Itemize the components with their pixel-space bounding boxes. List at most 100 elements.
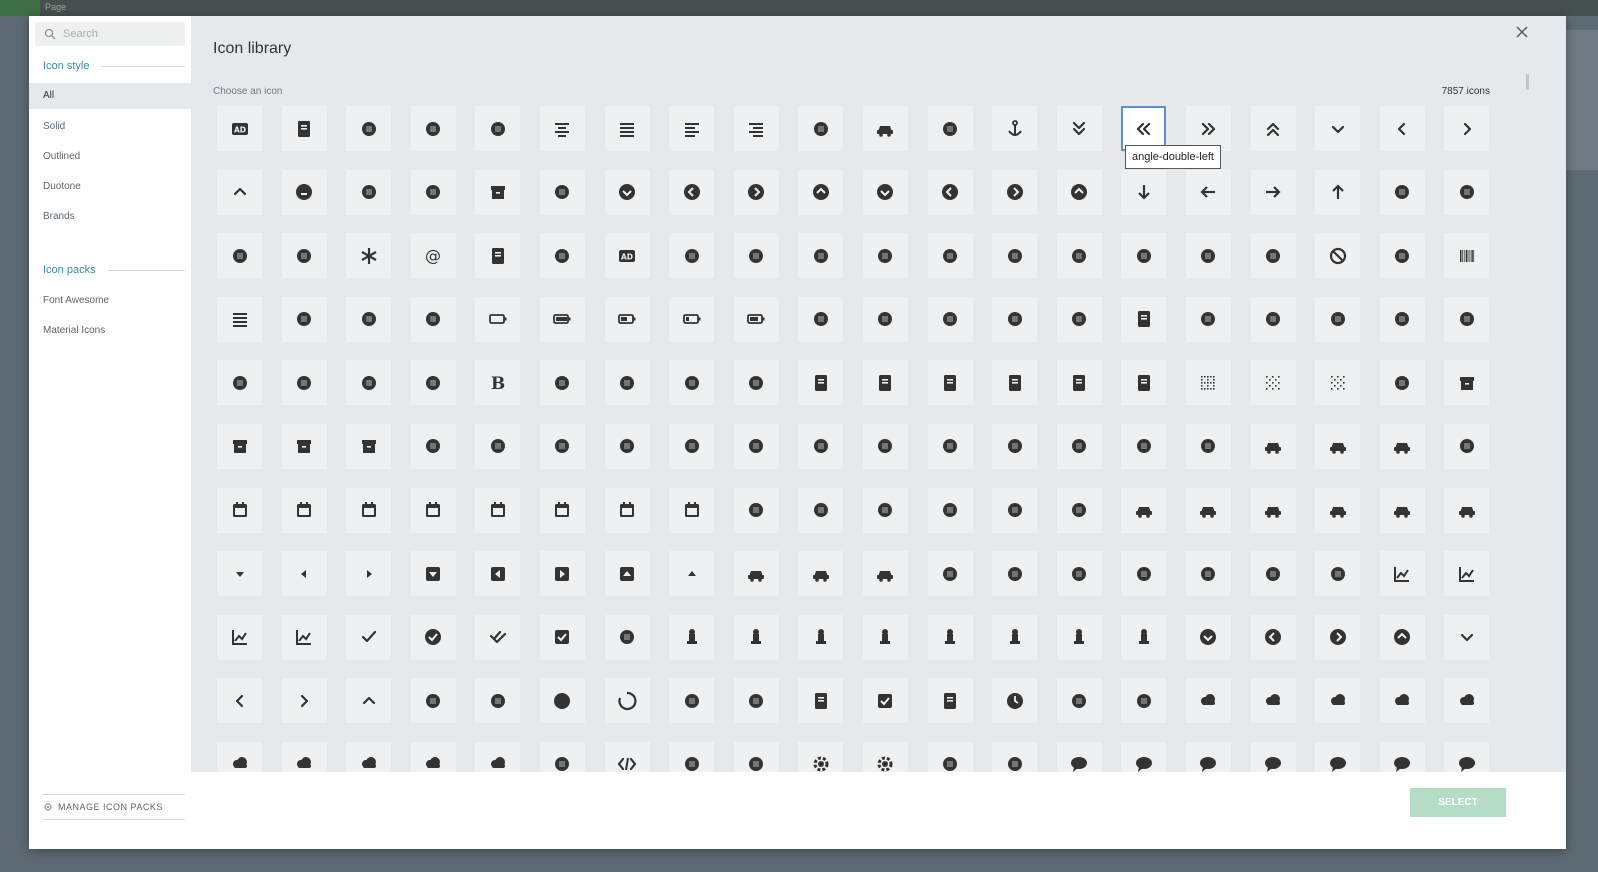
- icon-cell-battery-half[interactable]: [604, 296, 650, 342]
- icon-cell-arrow-left[interactable]: [1185, 169, 1231, 215]
- icon-cell-cloud-meatball[interactable]: [1315, 678, 1361, 724]
- icon-cell-blender-phone[interactable]: [281, 360, 327, 406]
- icon-cell-brain[interactable]: [475, 423, 521, 469]
- icon-cell-backspace[interactable]: [862, 233, 908, 279]
- icon-cell-camera[interactable]: [733, 487, 779, 533]
- icon-cell-archive[interactable]: [475, 169, 521, 215]
- style-all[interactable]: All: [29, 83, 191, 109]
- icon-cell-basketball-ball[interactable]: [346, 296, 392, 342]
- icon-cell-capsules[interactable]: [1056, 487, 1102, 533]
- icon-cell-broadcast-tower[interactable]: [733, 423, 779, 469]
- icon-cell-arrow-alt-circle-left[interactable]: [669, 169, 715, 215]
- icon-cell-arrow-circle-up[interactable]: [1056, 169, 1102, 215]
- icon-cell-cloud-download-alt[interactable]: [1250, 678, 1296, 724]
- icon-cell-baby[interactable]: [733, 233, 779, 279]
- icon-cell-boxes[interactable]: [281, 423, 327, 469]
- icon-cell-apple-alt[interactable]: [410, 169, 456, 215]
- icon-cell-chevron-left[interactable]: [217, 678, 262, 724]
- icon-cell-clipboard-check[interactable]: [862, 678, 908, 724]
- icon-cell-chess-queen[interactable]: [1056, 614, 1102, 660]
- icon-cell-bookmark[interactable]: [1121, 360, 1167, 406]
- icon-cell-caret-square-right[interactable]: [539, 551, 585, 597]
- icon-cell-church[interactable]: [475, 678, 521, 724]
- icon-cell-arrows-alt-v[interactable]: [217, 233, 262, 279]
- icon-cell-chess-pawn[interactable]: [992, 614, 1038, 660]
- icon-cell-align-center[interactable]: [539, 106, 585, 151]
- icon-cell-car-alt[interactable]: [1185, 487, 1231, 533]
- icon-cell-align-justify[interactable]: [604, 106, 650, 151]
- search-box[interactable]: [35, 22, 185, 46]
- icon-cell-bread-slice[interactable]: [539, 423, 585, 469]
- icon-cell-business-time[interactable]: [1379, 423, 1425, 469]
- icon-cell-backward[interactable]: [927, 233, 973, 279]
- icon-cell-closed-captioning[interactable]: [1121, 678, 1167, 724]
- style-outlined[interactable]: Outlined: [29, 144, 191, 170]
- icon-cell-battery-three-quarters[interactable]: [733, 296, 779, 342]
- icon-cell-clone[interactable]: [1056, 678, 1102, 724]
- icon-cell-clipboard[interactable]: [798, 678, 844, 724]
- icon-cell-briefcase-medical[interactable]: [669, 423, 715, 469]
- icon-cell-briefcase[interactable]: [604, 423, 650, 469]
- icon-cell-box-open[interactable]: [217, 423, 262, 469]
- icon-cell-biohazard[interactable]: [1379, 296, 1425, 342]
- icon-cell-car-crash[interactable]: [1315, 487, 1361, 533]
- icon-cell-calendar-check[interactable]: [346, 487, 392, 533]
- icon-cell-cannabis[interactable]: [992, 487, 1038, 533]
- icon-cell-arrow-alt-circle-down[interactable]: [604, 169, 650, 215]
- icon-cell-chess-knight[interactable]: [927, 614, 973, 660]
- icon-cell-binoculars[interactable]: [1315, 296, 1361, 342]
- icon-cell-address-card[interactable]: [346, 106, 392, 151]
- icon-cell-cart-plus[interactable]: [862, 551, 908, 597]
- icon-cell-ankh[interactable]: [346, 169, 392, 215]
- icon-cell-book-dead[interactable]: [862, 360, 908, 406]
- icon-cell-cart-arrow-down[interactable]: [798, 551, 844, 597]
- icon-cell-angle-right[interactable]: [1444, 106, 1490, 151]
- icon-cell-book[interactable]: [798, 360, 844, 406]
- icon-cell-car-battery[interactable]: [1250, 487, 1296, 533]
- icon-cell-arrows-alt-h[interactable]: [1444, 169, 1490, 215]
- icon-cell-american-sign-language-interpreting[interactable]: [927, 106, 973, 151]
- icon-cell-beer[interactable]: [862, 296, 908, 342]
- icon-cell-bone[interactable]: [669, 360, 715, 406]
- icon-cell-chart-line[interactable]: [217, 614, 262, 660]
- icon-cell-chevron-circle-left[interactable]: [1250, 614, 1296, 660]
- icon-cell-audio-description[interactable]: AD: [604, 233, 650, 279]
- icon-cell-car-side[interactable]: [1379, 487, 1425, 533]
- icon-cell-angle-double-up[interactable]: [1250, 106, 1296, 151]
- icon-cell-chevron-up[interactable]: [346, 678, 392, 724]
- icon-cell-biking[interactable]: [1250, 296, 1296, 342]
- icon-cell-cloud-moon[interactable]: [1379, 678, 1425, 724]
- icon-cell-boxes-stacked[interactable]: [346, 423, 392, 469]
- icon-cell-building[interactable]: [992, 423, 1038, 469]
- icon-cell-bezier-curve[interactable]: [1056, 296, 1102, 342]
- icon-cell-cloud[interactable]: [1185, 678, 1231, 724]
- icon-cell-book-medical[interactable]: [927, 360, 973, 406]
- icon-cell-check-circle[interactable]: [410, 614, 456, 660]
- icon-cell-align-right[interactable]: [733, 106, 779, 151]
- icon-cell-balance-scale[interactable]: [1121, 233, 1167, 279]
- icon-cell-cheese[interactable]: [604, 614, 650, 660]
- icon-cell-arrow-circle-left[interactable]: [927, 169, 973, 215]
- icon-cell-arrows-alt[interactable]: [1379, 169, 1425, 215]
- icon-cell-arrow-alt-circle-up[interactable]: [798, 169, 844, 215]
- icon-cell-adjust[interactable]: [410, 106, 456, 151]
- icon-cell-campground[interactable]: [862, 487, 908, 533]
- icon-cell-bong[interactable]: [733, 360, 779, 406]
- icon-cell-bahai[interactable]: [1056, 233, 1102, 279]
- icon-cell-band-aid[interactable]: [1379, 233, 1425, 279]
- icon-cell-chair[interactable]: [1121, 551, 1167, 597]
- icon-cell-chess-rook[interactable]: [1121, 614, 1167, 660]
- icon-cell-baby-carriage[interactable]: [798, 233, 844, 279]
- icon-cell-bible[interactable]: [1121, 296, 1167, 342]
- icon-cell-chevron-circle-up[interactable]: [1379, 614, 1425, 660]
- icon-cell-bed[interactable]: [798, 296, 844, 342]
- icon-cell-brush[interactable]: [862, 423, 908, 469]
- icon-cell-balance-scale-left[interactable]: [1185, 233, 1231, 279]
- icon-cell-blender[interactable]: [217, 360, 262, 406]
- icon-cell-archway[interactable]: [539, 169, 585, 215]
- icon-cell-arrow-circle-right[interactable]: [992, 169, 1038, 215]
- icon-cell-calendar-day[interactable]: [410, 487, 456, 533]
- icon-cell-bicycle[interactable]: [1185, 296, 1231, 342]
- icon-cell-chalkboard-teacher[interactable]: [1250, 551, 1296, 597]
- icon-cell-child[interactable]: [410, 678, 456, 724]
